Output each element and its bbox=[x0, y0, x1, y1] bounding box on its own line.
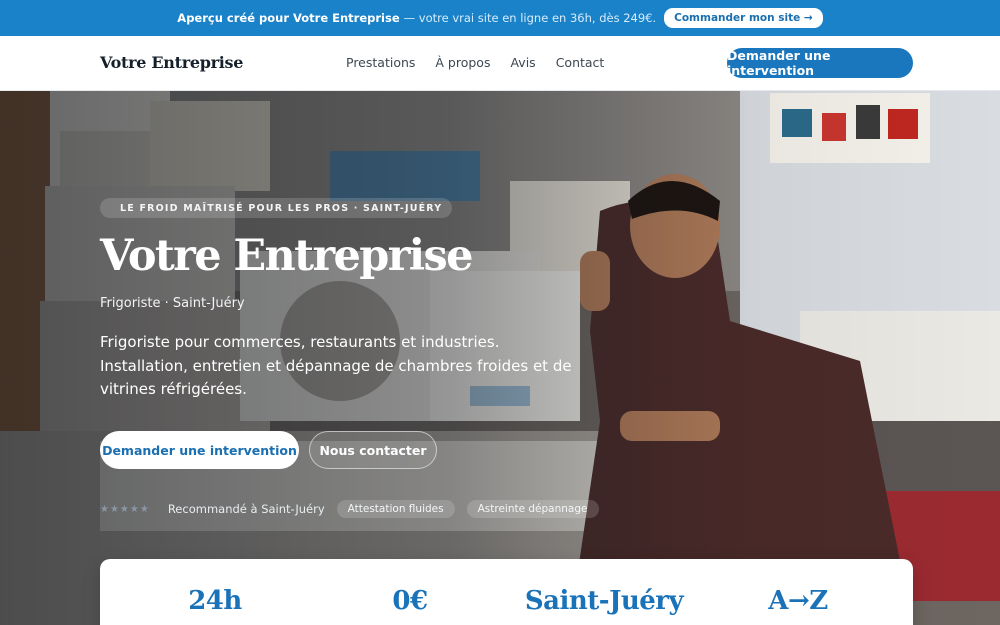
hero-eyebrow: LE FROID MAÎTRISÉ POUR LES PROS · SAINT-… bbox=[100, 198, 453, 218]
stat-scope: A→Z bbox=[768, 586, 828, 616]
hero-section: LE FROID MAÎTRISÉ POUR LES PROS · SAINT-… bbox=[0, 91, 1000, 625]
stat-response-time: 24h bbox=[188, 586, 242, 616]
stat-location: Saint-Juéry bbox=[524, 586, 684, 616]
badge-attestation: Attestation fluides bbox=[336, 500, 455, 518]
hero-subtitle: Frigoriste · Saint-Juéry bbox=[100, 296, 245, 311]
stat-price: 0€ bbox=[392, 586, 428, 616]
nav-item-contact[interactable]: Contact bbox=[556, 55, 605, 70]
order-site-button[interactable]: Commander mon site → bbox=[664, 8, 823, 28]
top-nav: Votre Entreprise Prestations À propos Av… bbox=[0, 36, 1000, 91]
nav-item-avis[interactable]: Avis bbox=[510, 55, 535, 70]
recommendation-text: Recommandé à Saint-Juéry bbox=[167, 502, 325, 516]
stats-card: 24h 0€ Saint-Juéry A→Z bbox=[100, 559, 913, 625]
main-menu: Prestations À propos Avis Contact bbox=[346, 55, 624, 70]
promo-lead: Aperçu créé pour Votre Entreprise bbox=[177, 11, 400, 25]
nav-item-prestations[interactable]: Prestations bbox=[346, 55, 415, 70]
brand-logo[interactable]: Votre Entreprise bbox=[100, 53, 243, 72]
hero-title: Votre Entreprise bbox=[100, 231, 473, 281]
hero-request-intervention-button[interactable]: Demander une intervention bbox=[100, 431, 299, 469]
hero-description: Frigoriste pour commerces, restaurants e… bbox=[100, 333, 572, 398]
badge-astreinte: Astreinte dépannage bbox=[466, 500, 599, 518]
rating-stars-icon: ★★★★★ bbox=[100, 503, 150, 515]
request-intervention-button[interactable]: Demander une intervention bbox=[727, 48, 913, 78]
promo-bar: Aperçu créé pour Votre Entreprise — votr… bbox=[0, 0, 1000, 36]
trust-row: ★★★★★ Recommandé à Saint-Juéry Attestati… bbox=[100, 500, 611, 518]
nav-item-a-propos[interactable]: À propos bbox=[435, 55, 490, 70]
promo-text: — votre vrai site en ligne en 36h, dès 2… bbox=[403, 11, 657, 25]
contact-us-button[interactable]: Nous contacter bbox=[309, 431, 437, 469]
